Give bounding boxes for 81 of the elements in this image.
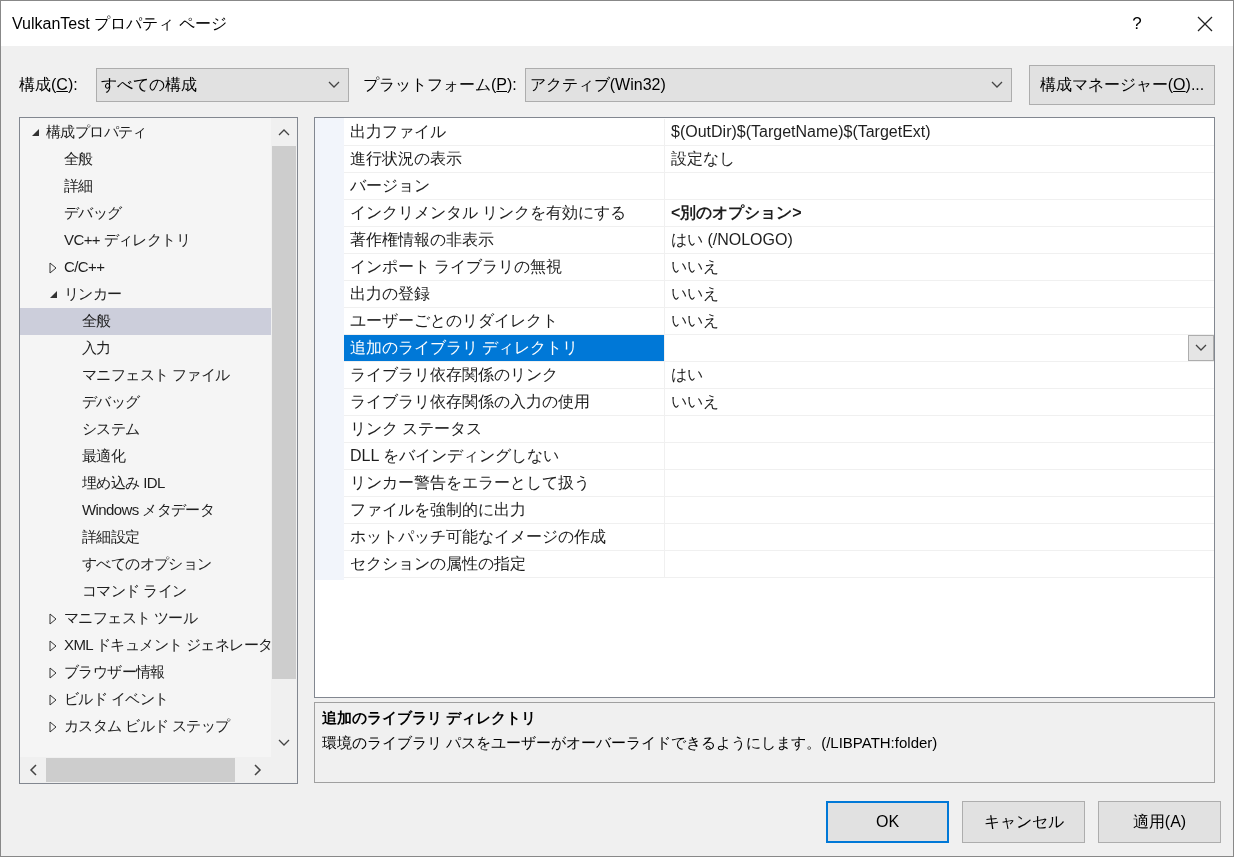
scrollbar-thumb[interactable] [272,146,296,679]
tree-item[interactable]: リンカー [20,281,271,308]
tree-item[interactable]: VC++ ディレクトリ [20,227,271,254]
tree-item[interactable]: 入力 [20,335,271,362]
property-name[interactable]: セクションの属性の指定 [344,551,664,577]
tree-item[interactable]: 最適化 [20,443,271,470]
tree-item[interactable]: コマンド ライン [20,578,271,605]
property-name[interactable]: DLL をバインディングしない [344,443,664,469]
scroll-right-icon [254,764,262,776]
property-name[interactable]: 追加のライブラリ ディレクトリ [344,335,664,361]
dialog-button[interactable]: 適用(A) [1098,801,1221,843]
scroll-up-icon [278,128,290,136]
scroll-down-icon [278,739,290,747]
property-name[interactable]: リンク ステータス [344,416,664,442]
collapsed-triangle-icon[interactable] [49,261,57,274]
tree-item[interactable]: デバッグ [20,200,271,227]
property-name[interactable]: インポート ライブラリの無視 [344,254,664,280]
tree-item[interactable]: ビルド イベント [20,686,271,713]
property-name[interactable]: ユーザーごとのリダイレクト [344,308,664,334]
window-title: VulkanTest プロパティ ページ [12,13,227,34]
chevron-down-icon [991,81,1003,89]
tree-item[interactable]: Windows メタデータ [20,497,271,524]
expanded-triangle-icon[interactable] [48,290,58,299]
collapsed-triangle-icon[interactable] [49,720,57,733]
property-value[interactable]: いいえ [671,390,719,414]
tree-item[interactable]: システム [20,416,271,443]
tree-item[interactable]: 構成プロパティ [20,119,271,146]
tree-item[interactable]: カスタム ビルド ステップ [20,713,271,740]
tree-item[interactable]: 全般 [20,308,271,335]
property-value[interactable]: 設定なし [671,147,735,171]
tree-item[interactable]: 詳細設定 [20,524,271,551]
scrollbar-thumb[interactable] [46,758,235,782]
property-value[interactable]: いいえ [671,255,719,279]
property-value[interactable]: いいえ [671,309,719,333]
collapsed-triangle-icon[interactable] [49,666,57,679]
property-name[interactable]: 進行状況の表示 [344,146,664,172]
platform-label: プラットフォーム(P): [363,75,517,95]
horizontal-scrollbar[interactable] [20,757,297,783]
property-value[interactable]: はい (/NOLOGO) [671,228,793,252]
tree-item[interactable]: 全般 [20,146,271,173]
tree-item[interactable]: 埋め込み IDL [20,470,271,497]
tree-item[interactable]: ブラウザー情報 [20,659,271,686]
property-name[interactable]: インクリメンタル リンクを有効にする [344,200,664,226]
scroll-left-icon [29,764,37,776]
collapsed-triangle-icon[interactable] [49,612,57,625]
tree-item[interactable]: 詳細 [20,173,271,200]
property-value[interactable]: $(OutDir)$(TargetName)$(TargetExt) [671,120,931,144]
property-name[interactable]: ライブラリ依存関係の入力の使用 [344,389,664,415]
configuration-label: 構成(C): [19,75,79,95]
property-value[interactable]: いいえ [671,282,719,306]
dialog-button[interactable]: OK [826,801,949,843]
chevron-down-icon [1195,344,1207,352]
collapsed-triangle-icon[interactable] [49,693,57,706]
vertical-scrollbar[interactable] [271,118,297,757]
expanded-triangle-icon[interactable] [30,128,40,137]
property-value[interactable]: はい [671,363,703,387]
configuration-manager-button[interactable]: 構成マネージャー(O)... [1029,65,1215,105]
tree-item[interactable]: すべてのオプション [20,551,271,578]
property-name[interactable]: ライブラリ依存関係のリンク [344,362,664,388]
description-text: 環境のライブラリ パスをユーザーがオーバーライドできるようにします。(/LIBPATH:folder) [322,732,939,753]
property-name[interactable]: バージョン [344,173,664,199]
tree-item[interactable]: マニフェスト ツール [20,605,271,632]
configuration-dropdown[interactable]: すべての構成 [96,68,349,102]
dialog-button[interactable]: キャンセル [962,801,1085,843]
tree-item[interactable]: マニフェスト ファイル [20,362,271,389]
platform-dropdown[interactable]: アクティブ(Win32) [524,68,1012,102]
property-name[interactable]: リンカー警告をエラーとして扱う [344,470,664,496]
property-value[interactable]: <別のオプション> [671,201,802,225]
close-icon [1197,15,1213,32]
tree-item[interactable]: XML ドキュメント ジェネレータ [20,632,271,659]
collapsed-triangle-icon[interactable] [49,639,57,652]
tree-item[interactable]: C/C++ [20,254,271,281]
description-title: 追加のライブラリ ディレクトリ [322,708,538,728]
property-name[interactable]: 出力の登録 [344,281,664,307]
chevron-down-icon [328,81,340,89]
property-name[interactable]: 出力ファイル [344,119,664,145]
property-name[interactable]: 著作権情報の非表示 [344,227,664,253]
help-button[interactable]: ? [1114,1,1160,46]
property-name[interactable]: ホットパッチ可能なイメージの作成 [344,524,664,550]
property-name[interactable]: ファイルを強制的に出力 [344,497,664,523]
tree-item[interactable]: デバッグ [20,389,271,416]
